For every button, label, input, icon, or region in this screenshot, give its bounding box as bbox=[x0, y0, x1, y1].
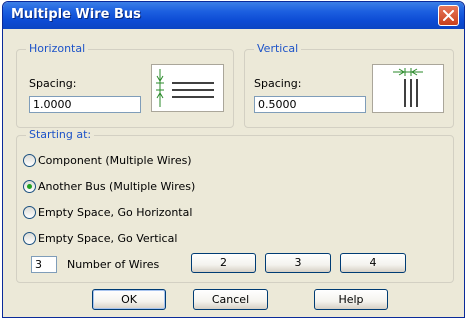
vertical-spacing-input[interactable]: 0.5000 bbox=[254, 96, 366, 113]
wires-2-button[interactable]: 2 bbox=[191, 253, 256, 273]
radio-selected-dot bbox=[27, 184, 32, 189]
starting-at-group: Starting at: Component (Multiple Wires) … bbox=[16, 128, 454, 283]
dialog-window: Multiple Wire Bus Horizontal Spacing: 1.… bbox=[2, 1, 465, 318]
horizontal-spacing-preview bbox=[151, 64, 224, 112]
window-title: Multiple Wire Bus bbox=[11, 7, 141, 22]
help-button[interactable]: Help bbox=[314, 289, 388, 310]
horizontal-legend: Horizontal bbox=[26, 42, 89, 55]
vertical-spacing-label: Spacing: bbox=[254, 77, 302, 90]
radio-label: Empty Space, Go Vertical bbox=[38, 232, 178, 245]
number-of-wires-input[interactable]: 3 bbox=[31, 256, 57, 273]
wires-3-button[interactable]: 3 bbox=[265, 253, 331, 273]
vertical-legend: Vertical bbox=[254, 42, 302, 55]
ok-button[interactable]: OK bbox=[92, 289, 166, 310]
radio-label: Another Bus (Multiple Wires) bbox=[38, 180, 196, 193]
radio-circle[interactable] bbox=[23, 206, 36, 219]
radio-circle[interactable] bbox=[23, 154, 36, 167]
wires-4-button[interactable]: 4 bbox=[340, 253, 406, 273]
cancel-button[interactable]: Cancel bbox=[193, 289, 268, 310]
horizontal-spacing-input[interactable]: 1.0000 bbox=[29, 96, 141, 113]
close-button[interactable] bbox=[438, 5, 459, 26]
horizontal-group: Horizontal Spacing: 1.0000 bbox=[16, 42, 234, 128]
title-bar[interactable]: Multiple Wire Bus bbox=[3, 2, 464, 29]
vertical-spacing-preview bbox=[372, 64, 444, 113]
horizontal-wires-icon bbox=[156, 69, 214, 107]
radio-circle-selected[interactable] bbox=[23, 180, 36, 193]
radio-label: Empty Space, Go Horizontal bbox=[38, 206, 193, 219]
starting-at-legend: Starting at: bbox=[26, 128, 95, 141]
radio-label: Component (Multiple Wires) bbox=[38, 154, 192, 167]
horizontal-spacing-label: Spacing: bbox=[29, 77, 77, 90]
vertical-wires-icon bbox=[393, 68, 423, 107]
number-of-wires-label: Number of Wires bbox=[67, 258, 160, 271]
radio-circle[interactable] bbox=[23, 232, 36, 245]
close-icon bbox=[443, 10, 454, 21]
vertical-group: Vertical Spacing: 0.5000 bbox=[244, 42, 454, 128]
